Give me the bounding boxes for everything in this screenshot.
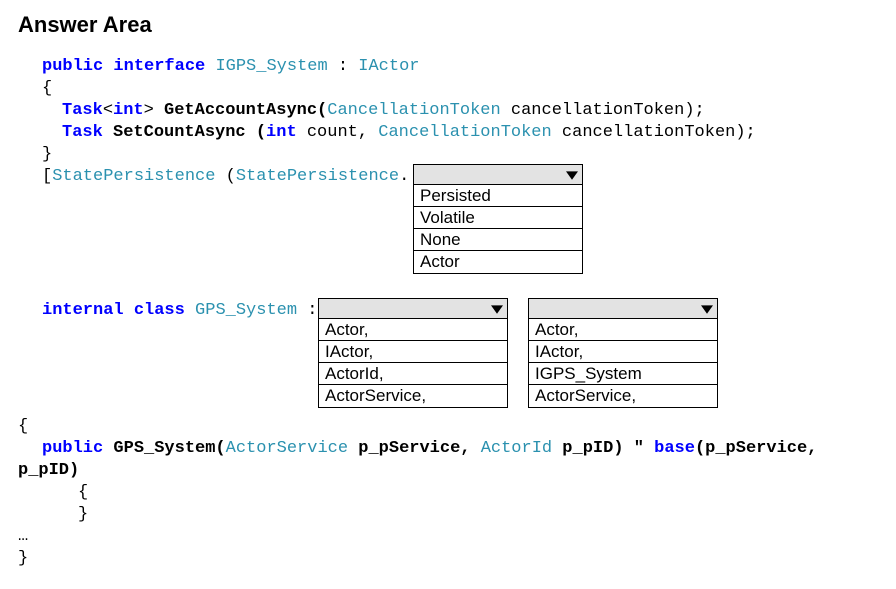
- class-decl-row: internal class GPS_System : Actor, IActo…: [18, 300, 878, 416]
- brace-open: {: [18, 416, 878, 438]
- ellipsis: …: [18, 526, 878, 548]
- code-line: Task SetCountAsync (int count, Cancellat…: [18, 122, 878, 144]
- dropdown-option[interactable]: ActorId,: [319, 363, 507, 385]
- page-title: Answer Area: [18, 12, 878, 38]
- dropdown-option[interactable]: Actor,: [529, 319, 717, 341]
- kw-internal: internal: [42, 301, 124, 320]
- dropdown-option[interactable]: None: [414, 229, 582, 251]
- dropdown-option[interactable]: Persisted: [414, 185, 582, 207]
- dropdown-option[interactable]: IActor,: [529, 341, 717, 363]
- dropdown-option[interactable]: ActorService,: [319, 385, 507, 407]
- ctor-line: public GPS_System(ActorService p_pServic…: [18, 438, 878, 460]
- brace-close: }: [18, 504, 878, 526]
- colon: :: [338, 57, 358, 76]
- type-ct: CancellationToken: [327, 101, 500, 120]
- type-iactor: IActor: [358, 57, 419, 76]
- kw-public: public: [42, 439, 103, 458]
- type-ct: CancellationToken: [378, 123, 551, 142]
- dropdown-option[interactable]: Volatile: [414, 207, 582, 229]
- chevron-down-icon: [491, 303, 503, 315]
- brace-close: }: [18, 144, 878, 166]
- dropdown-state-persistence[interactable]: Persisted Volatile None Actor: [413, 164, 583, 274]
- dropdown-option[interactable]: Actor: [414, 251, 582, 273]
- method-name: SetCountAsync (: [103, 123, 266, 142]
- dropdown-header[interactable]: [414, 165, 582, 185]
- kw-interface: interface: [113, 57, 205, 76]
- brace-close: }: [18, 548, 878, 570]
- type-actorservice: ActorService: [226, 439, 348, 458]
- kw-base: base: [654, 439, 695, 458]
- dropdown-option[interactable]: ActorService,: [529, 385, 717, 407]
- type-sp: StatePersistence: [236, 167, 399, 186]
- brace-open: {: [18, 482, 878, 504]
- kw-public: public: [42, 57, 103, 76]
- kw-class: class: [134, 301, 185, 320]
- kw-task: Task: [62, 123, 103, 142]
- ctor-line2: p_pID): [18, 460, 878, 482]
- brace-open: {: [18, 78, 878, 100]
- dropdown-header[interactable]: [319, 299, 507, 319]
- dropdown-option[interactable]: IGPS_System: [529, 363, 717, 385]
- dropdown-option[interactable]: Actor,: [319, 319, 507, 341]
- dropdown-base-class[interactable]: Actor, IActor, ActorId, ActorService,: [318, 298, 508, 408]
- chevron-down-icon: [566, 169, 578, 181]
- type-actorid: ActorId: [481, 439, 552, 458]
- dropdown-option[interactable]: IActor,: [319, 341, 507, 363]
- code-line: Task<int> GetAccountAsync(CancellationTo…: [18, 100, 878, 122]
- dropdown-header[interactable]: [529, 299, 717, 319]
- dropdown-interface[interactable]: Actor, IActor, IGPS_System ActorService,: [528, 298, 718, 408]
- type-gps: GPS_System: [195, 301, 297, 320]
- type-igps: IGPS_System: [215, 57, 327, 76]
- kw-task: Task: [62, 101, 103, 120]
- code-line: public interface IGPS_System : IActor: [18, 56, 878, 78]
- method-name: GetAccountAsync(: [164, 101, 327, 120]
- attribute-row: [StatePersistence (StatePersistence. Per…: [18, 166, 878, 282]
- chevron-down-icon: [701, 303, 713, 315]
- type-sp: StatePersistence: [52, 167, 215, 186]
- code-block: public interface IGPS_System : IActor { …: [18, 56, 878, 570]
